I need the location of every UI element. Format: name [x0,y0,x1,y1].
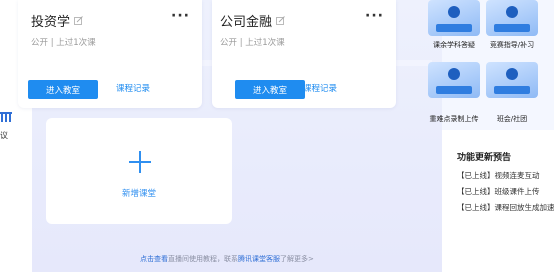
plus-icon [129,151,151,173]
side-nav-label[interactable]: 议 [0,130,8,141]
feature-label: 班会/社团 [496,115,528,123]
right-side-panel: 课余学科答疑 竞赛指导/补习 重难点录制上传 班会/社团 功能更新预告 【已上线… [428,0,554,272]
tutorial-link[interactable]: 点击查看 [140,255,168,263]
edit-icon[interactable] [276,16,285,25]
add-course-card[interactable]: 新增课堂 [46,118,232,224]
help-footer: 点击查看直播间使用教程，联系腾讯课堂客服了解更多> [140,254,314,264]
feature-recording[interactable]: 重难点录制上传 [426,62,482,123]
feature-label: 重难点录制上传 [429,115,479,123]
updates-heading: 功能更新预告 [457,153,512,163]
course-meta: 公开 | 上过1次课 [31,38,96,48]
footer-text: 直播间使用教程，联系 [168,255,238,263]
feature-label: 课余学科答疑 [433,41,475,49]
enter-classroom-button[interactable]: 进入教室 [28,80,98,99]
more-options-icon[interactable]: ··· [171,8,190,24]
course-record-link[interactable]: 课程记录 [285,82,355,94]
course-title: 公司金融 [220,15,273,30]
footer-text-more[interactable]: 了解更多> [280,255,314,263]
coaching-illustration-icon [486,0,538,36]
feature-label: 竞赛指导/补习 [489,41,535,49]
course-card-investment[interactable]: 投资学 ··· 公开 | 上过1次课 进入教室 课程记录 [18,0,202,108]
feature-club[interactable]: 班会/社团 [484,62,540,123]
building-icon [0,112,12,122]
more-options-icon[interactable]: ··· [365,8,384,24]
edit-icon[interactable] [74,16,83,25]
course-title: 投资学 [31,15,71,30]
tutoring-illustration-icon [428,0,480,36]
course-title-row: 投资学 [31,11,83,30]
update-item[interactable]: 【已上线】课程回放生成加速 [457,202,554,213]
course-record-link[interactable]: 课程记录 [98,82,168,94]
course-card-corporate-finance[interactable]: 公司金融 ··· 公开 | 上过1次课 进入教室 课程记录 [212,0,396,108]
club-meeting-illustration-icon [486,62,538,98]
course-title-row: 公司金融 [220,11,285,30]
add-course-label: 新增课堂 [121,189,156,199]
feature-coaching[interactable]: 竞赛指导/补习 [484,0,540,60]
customer-service-link[interactable]: 腾讯课堂客服 [238,255,280,263]
update-item[interactable]: 【已上线】视频连麦互动 [457,170,540,181]
feature-tutoring[interactable]: 课余学科答疑 [426,0,482,60]
update-item[interactable]: 【已上线】班级课件上传 [457,186,540,197]
course-meta: 公开 | 上过1次课 [220,38,285,48]
recording-illustration-icon [428,62,480,98]
